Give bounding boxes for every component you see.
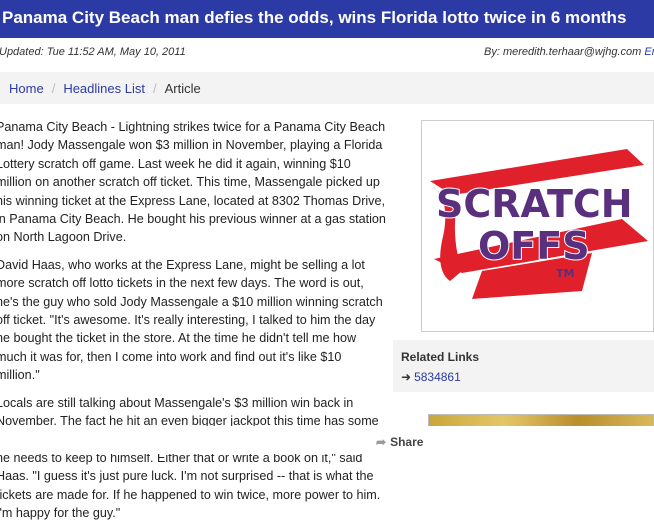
scratch-offs-logo: SCRATCH OFFS TM — [430, 149, 648, 299]
article-paragraph: David Haas, who works at the Express Lan… — [0, 257, 383, 383]
breadcrumb-separator: / — [51, 81, 56, 96]
logo-trademark: TM — [556, 267, 574, 280]
article-headline: Panama City Beach man defies the odds, w… — [2, 8, 627, 27]
share-button[interactable]: ➦ Share — [376, 435, 423, 449]
share-bar: ➦ Share — [0, 426, 654, 454]
breadcrumb-separator: / — [152, 81, 157, 96]
article-body: Panama City Beach - Lightning strikes tw… — [0, 118, 388, 532]
article-paragraph: Panama City Beach - Lightning strikes tw… — [0, 120, 386, 245]
related-link-row[interactable]: ➜ 5834861 — [401, 368, 654, 386]
email-link[interactable]: Em — [644, 46, 654, 58]
logo-line2: OFFS — [478, 224, 590, 268]
headline-bar: Panama City Beach man defies the odds, w… — [0, 0, 654, 38]
related-links-title: Related Links — [401, 350, 480, 364]
breadcrumb-headlines-link[interactable]: Headlines List — [63, 81, 145, 96]
share-icon: ➦ — [376, 435, 387, 449]
byline-text: By: meredith.terhaar@wjhg.com — [484, 46, 642, 58]
share-label: Share — [390, 435, 424, 449]
breadcrumb-current: Article — [164, 81, 201, 96]
logo-line1: SCRATCH — [436, 182, 633, 226]
breadcrumb: Home / Headlines List / Article — [0, 72, 654, 104]
breadcrumb-home-link[interactable]: Home — [9, 81, 44, 96]
arrow-right-icon: ➜ — [401, 370, 412, 384]
updated-timestamp: Updated: Tue 11:52 AM, May 10, 2011 — [0, 46, 186, 58]
byline: By: meredith.terhaar@wjhg.com Em — [484, 46, 654, 58]
article-image[interactable]: SCRATCH OFFS TM — [421, 120, 654, 332]
article-paragraph: Locals are still talking about Massengal… — [0, 395, 381, 521]
related-links: Related Links ➜ 5834861 — [393, 340, 654, 392]
related-link[interactable]: 5834861 — [414, 370, 461, 384]
article-meta: Updated: Tue 11:52 AM, May 10, 2011 By: … — [0, 44, 654, 62]
